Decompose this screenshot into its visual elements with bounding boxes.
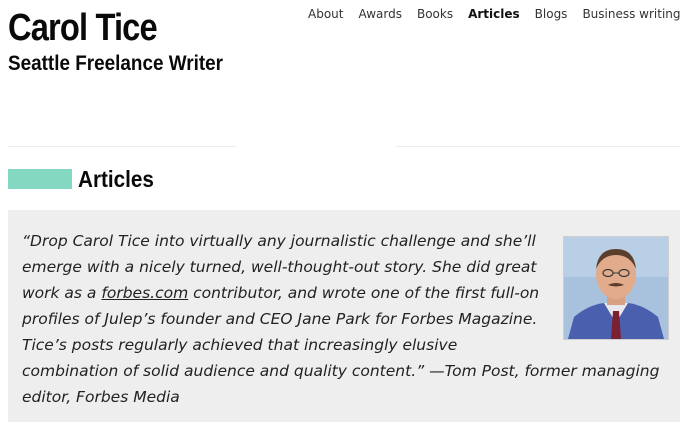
forbes-link[interactable]: forbes.com (101, 284, 188, 302)
person-photo (563, 236, 669, 340)
divider (396, 146, 680, 147)
nav-item-business-writing[interactable]: Business writing (582, 7, 680, 21)
testimonial-quote: “Drop Carol Tice into virtually any jour… (22, 228, 672, 410)
divider (8, 146, 236, 147)
site-title[interactable]: Carol Tice (8, 6, 158, 50)
section-accent-bar (8, 169, 72, 189)
nav-item-books[interactable]: Books (417, 7, 453, 21)
top-nav: About Awards Books Articles Blogs Busine… (308, 7, 694, 21)
site-subtitle: Seattle Freelance Writer (8, 52, 224, 75)
nav-item-about[interactable]: About (308, 7, 343, 21)
nav-item-articles[interactable]: Articles (468, 7, 520, 21)
nav-item-blogs[interactable]: Blogs (535, 7, 568, 21)
nav-item-awards[interactable]: Awards (358, 7, 401, 21)
section-heading: Articles (78, 166, 154, 192)
